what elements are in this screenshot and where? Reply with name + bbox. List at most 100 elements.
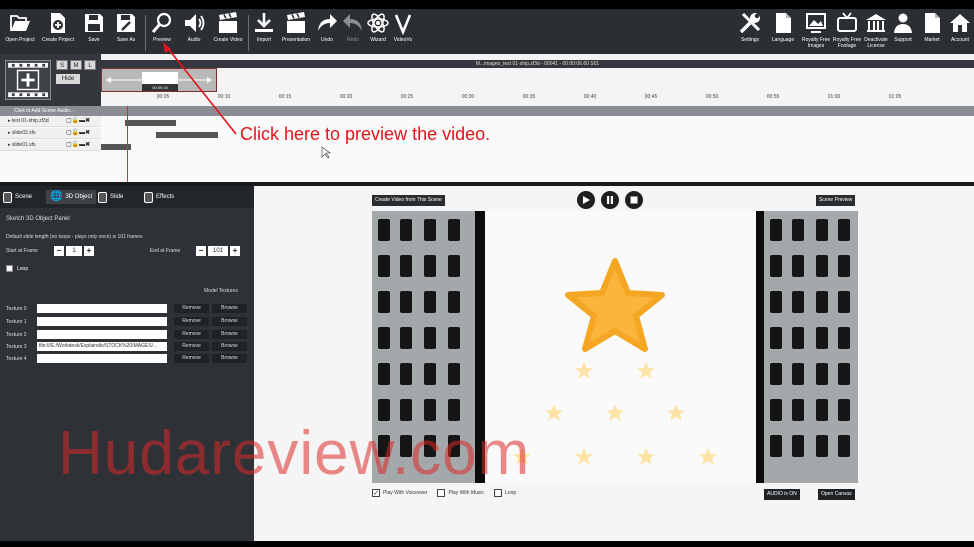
browse-button[interactable]: Browse [212, 330, 247, 339]
toolbar-label: Wizard [370, 37, 386, 43]
decrement-button[interactable]: − [196, 246, 206, 256]
track-row[interactable]: ▸ test 01-ship.zf3d ▢🔓▬✖ [0, 116, 101, 127]
create-project-button[interactable]: Create Project [40, 11, 76, 53]
texture-input[interactable] [37, 304, 167, 313]
remove-button[interactable]: Remove [174, 304, 209, 313]
time-tick: 00:15 [278, 94, 292, 100]
tab-label: Effects [156, 194, 175, 200]
preview-button[interactable]: Preview [150, 11, 174, 53]
lock-visibility-delete-icon[interactable]: ▢🔓▬✖ [66, 130, 90, 137]
tab-effects[interactable]: Effects [144, 190, 174, 204]
browse-button[interactable]: Browse [212, 317, 247, 326]
remove-button[interactable]: Remove [174, 354, 209, 363]
loop-checkbox[interactable] [6, 265, 13, 272]
decrement-button[interactable]: − [54, 246, 64, 256]
texture-label: Texture 3 [6, 344, 27, 350]
end-frame-input[interactable]: 101 [208, 246, 228, 256]
videovo-button[interactable]: VideoVo [391, 11, 415, 53]
play-button[interactable] [577, 191, 595, 209]
create-video-button[interactable]: Create Video [213, 11, 243, 53]
size-large-button[interactable]: L [84, 60, 96, 70]
lock-visibility-delete-icon[interactable]: ▢🔓▬✖ [66, 118, 90, 125]
browse-button[interactable]: Browse [212, 304, 247, 313]
play-with-voiceover-option[interactable]: ✓ Play With Voiceover [372, 489, 427, 497]
save-as-button[interactable]: Save As [113, 11, 139, 53]
playhead-line[interactable] [127, 106, 128, 182]
increment-button[interactable]: + [84, 246, 94, 256]
lock-visibility-delete-icon[interactable]: ▢🔓▬✖ [66, 142, 90, 149]
track-clip[interactable] [156, 132, 218, 138]
time-tick: 01:00 [827, 94, 841, 100]
loop-preview-label: Loop [505, 490, 517, 496]
loop-preview-checkbox[interactable] [494, 489, 503, 497]
audio-button[interactable]: Audio [182, 11, 206, 53]
timeline-scrubber[interactable]: 00:09.04 [101, 68, 217, 92]
language-button[interactable]: Language [770, 11, 796, 53]
royalty-free-footage-button[interactable]: Royalty Free Footage [832, 11, 862, 53]
play-with-music-option[interactable]: Play With Music [437, 489, 484, 497]
v-icon [394, 14, 412, 35]
track-name: slide02.sfs [11, 130, 36, 136]
browse-button[interactable]: Browse [212, 354, 247, 363]
panel-title: Sketch 3D Object Panel [6, 216, 70, 222]
remove-button[interactable]: Remove [174, 342, 209, 351]
hide-button[interactable]: Hide [56, 74, 80, 84]
expand-arrow-icon[interactable]: ▸ [8, 130, 11, 136]
start-frame-input[interactable]: 1 [66, 246, 82, 256]
expand-arrow-icon[interactable]: ▸ [8, 118, 11, 124]
person-icon [894, 13, 912, 33]
browse-button[interactable]: Browse [212, 342, 247, 351]
wizard-button[interactable]: Wizard [366, 11, 390, 53]
market-button[interactable]: Market [920, 11, 944, 53]
current-file-label: M...images_test 01-ship.zf3d - 00041 - 0… [475, 61, 600, 67]
account-button[interactable]: Account [948, 11, 972, 53]
audio-toggle-button[interactable]: AUDIO is ON [764, 489, 800, 500]
tab-slide[interactable]: Slide [98, 190, 123, 204]
stop-button[interactable] [625, 191, 643, 209]
tab-3d-object[interactable]: 🌐 3D Object [46, 190, 97, 204]
increment-button[interactable]: + [230, 246, 240, 256]
save-icon [85, 14, 103, 32]
track-row[interactable]: ▸ slide01.sfs ▢🔓▬✖ [0, 140, 101, 151]
settings-button[interactable]: Settings [737, 11, 763, 53]
texture-input[interactable]: file:///E:/Workdesk/Explaindio/STOCK%20I… [37, 342, 167, 351]
add-scene-audio-bar[interactable]: Click to Add Scene Audio... [0, 106, 974, 116]
current-time: 00:09.04 [142, 84, 178, 91]
scene-preview-button[interactable]: Scene Preview [816, 195, 856, 206]
deactivate-license-button[interactable]: Deactivate License [862, 11, 890, 53]
time-tick: 00:10 [217, 94, 231, 100]
texture-input[interactable] [37, 330, 167, 339]
building-icon [866, 14, 886, 32]
remove-button[interactable]: Remove [174, 317, 209, 326]
presentation-button[interactable]: Presentation [281, 11, 311, 53]
expand-arrow-icon[interactable]: ▸ [8, 142, 11, 148]
texture-input[interactable] [37, 317, 167, 326]
support-button[interactable]: Support [891, 11, 915, 53]
royalty-free-images-button[interactable]: Royalty Free Images [800, 11, 832, 53]
scene-preview-area: Create Video from This Scene Scene Previ… [254, 186, 974, 547]
size-small-button[interactable]: S [56, 60, 68, 70]
music-checkbox[interactable] [437, 489, 446, 497]
start-frame-stepper: − 1 + [54, 246, 94, 256]
size-medium-button[interactable]: M [70, 60, 82, 70]
import-button[interactable]: Import [252, 11, 276, 53]
loop-preview-option[interactable]: Loop [494, 489, 516, 497]
tab-scene[interactable]: Scene [3, 190, 32, 204]
texture-input[interactable] [37, 354, 167, 363]
undo-button[interactable]: Undo [315, 11, 339, 53]
track-clip[interactable] [125, 120, 176, 126]
redo-button[interactable]: Redo [341, 11, 365, 53]
add-scene-button[interactable] [5, 60, 51, 100]
loop-option[interactable]: Loop [6, 265, 28, 272]
open-project-button[interactable]: Open Project [5, 11, 35, 53]
create-video-from-scene-button[interactable]: Create Video from This Scene [372, 195, 445, 206]
remove-button[interactable]: Remove [174, 330, 209, 339]
toolbar-label: Create Video [213, 37, 243, 43]
voiceover-checkbox[interactable]: ✓ [372, 489, 380, 497]
pause-button[interactable] [601, 191, 619, 209]
track-row[interactable]: ▸ slide02.sfs ▢🔓▬✖ [0, 128, 101, 139]
save-button[interactable]: Save [82, 11, 106, 53]
open-canvas-button[interactable]: Open Canvas [818, 489, 855, 500]
toolbar-label: Presentation [281, 37, 311, 43]
time-tick: 00:45 [644, 94, 658, 100]
